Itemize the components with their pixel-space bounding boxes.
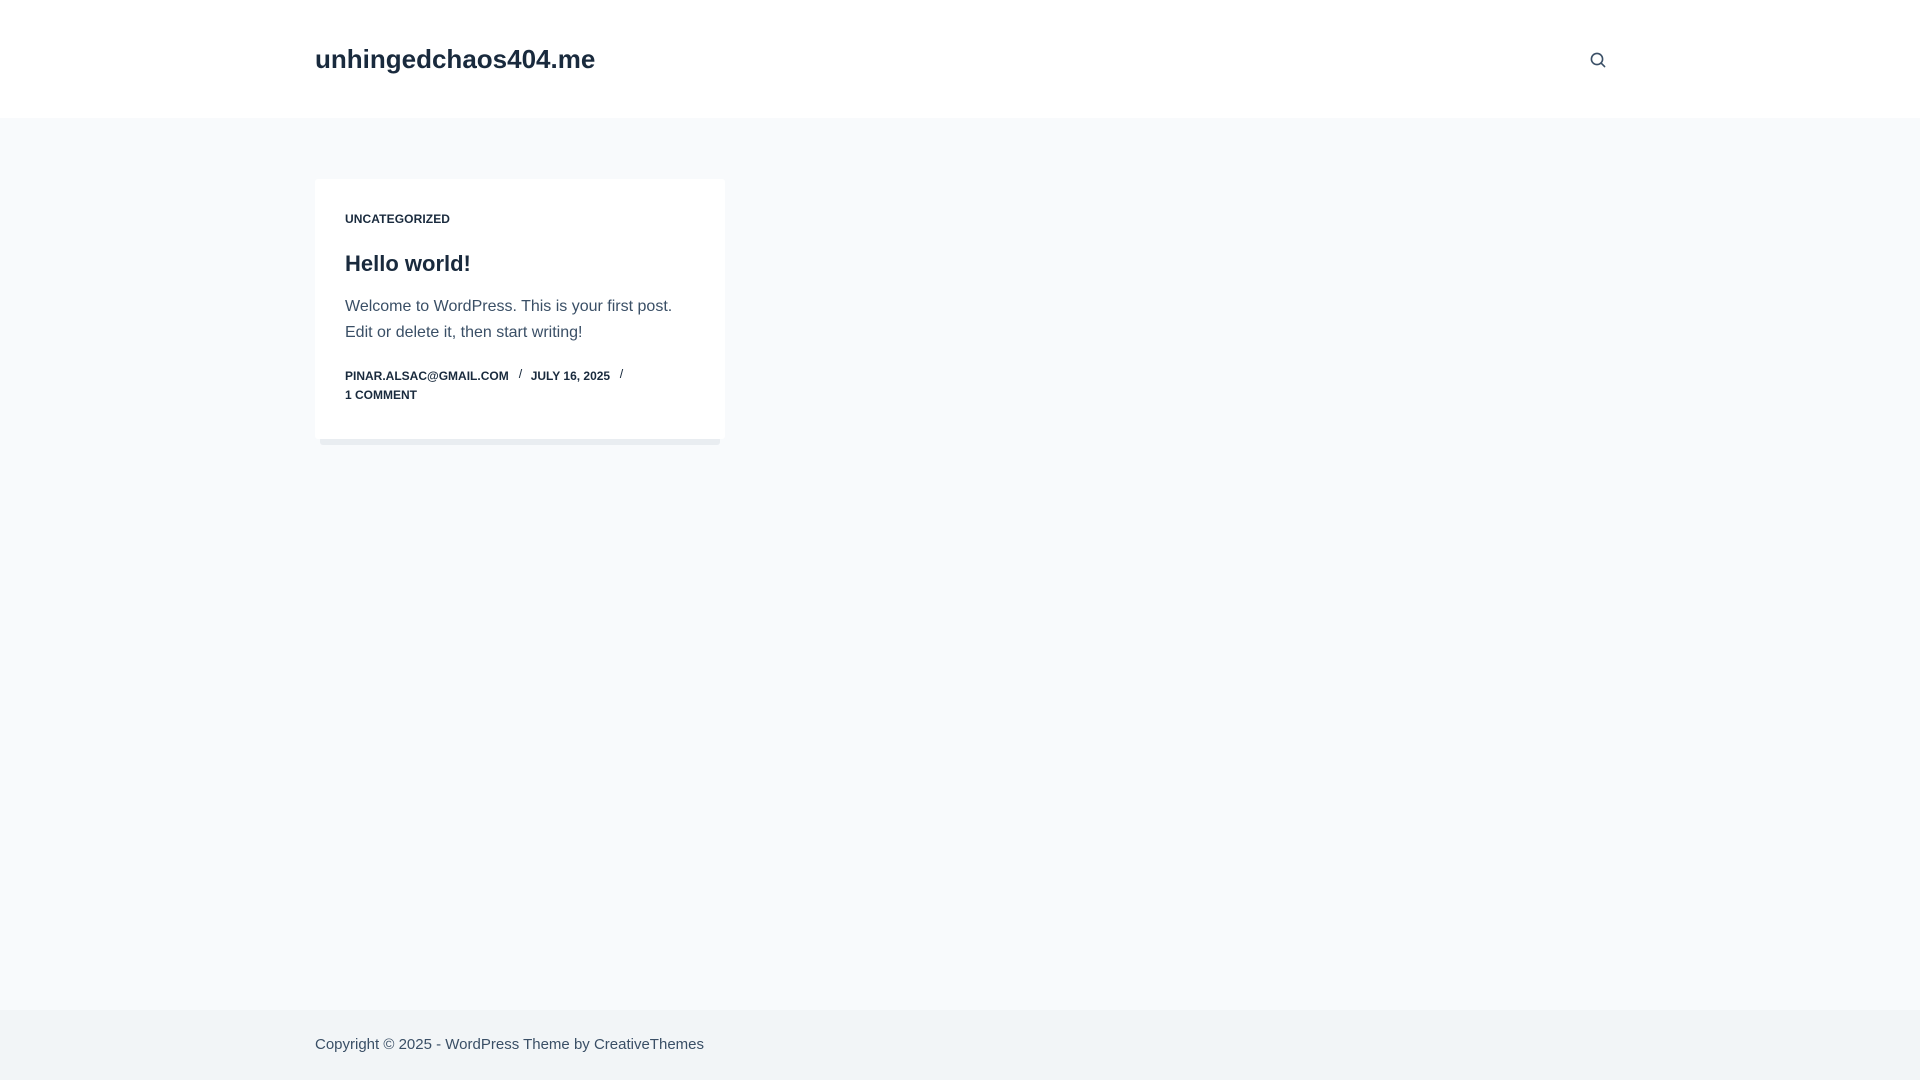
post-category-link[interactable]: UNCATEGORIZED (345, 212, 450, 226)
post-title-link[interactable]: Hello world! (345, 248, 471, 280)
post-author-link[interactable]: PINAR.ALSAC@GMAIL.COM (345, 369, 509, 383)
post-excerpt: Welcome to WordPress. This is your first… (345, 298, 673, 341)
meta-separator (518, 369, 522, 378)
main-content (0, 118, 1920, 1010)
post-meta: PINAR.ALSAC@GMAIL.COM JULY 16, 2025 1 COM… (345, 367, 695, 405)
site-header: unhingedchaos404.me (0, 0, 1920, 118)
search-button[interactable] (1586, 48, 1610, 72)
site-title[interactable]: unhingedchaos404.me (315, 40, 595, 78)
post-card: UNCATEGORIZED Hello world! Welcome to Wo… (315, 179, 725, 439)
copyright-text: Copyright © 2025 - WordPress Theme by Cr… (315, 1034, 704, 1056)
site-footer: Copyright © 2025 - WordPress Theme by Cr… (0, 1010, 1920, 1080)
theme-author-link[interactable]: CreativeThemes (594, 1036, 704, 1053)
post-date-link[interactable]: JULY 16, 2025 (531, 369, 610, 383)
post-comments-link[interactable]: 1 COMMENT (345, 388, 417, 402)
copyright-prefix: Copyright © 2025 - WordPress Theme by (315, 1036, 594, 1053)
search-icon (1590, 52, 1606, 68)
meta-separator (619, 369, 624, 378)
